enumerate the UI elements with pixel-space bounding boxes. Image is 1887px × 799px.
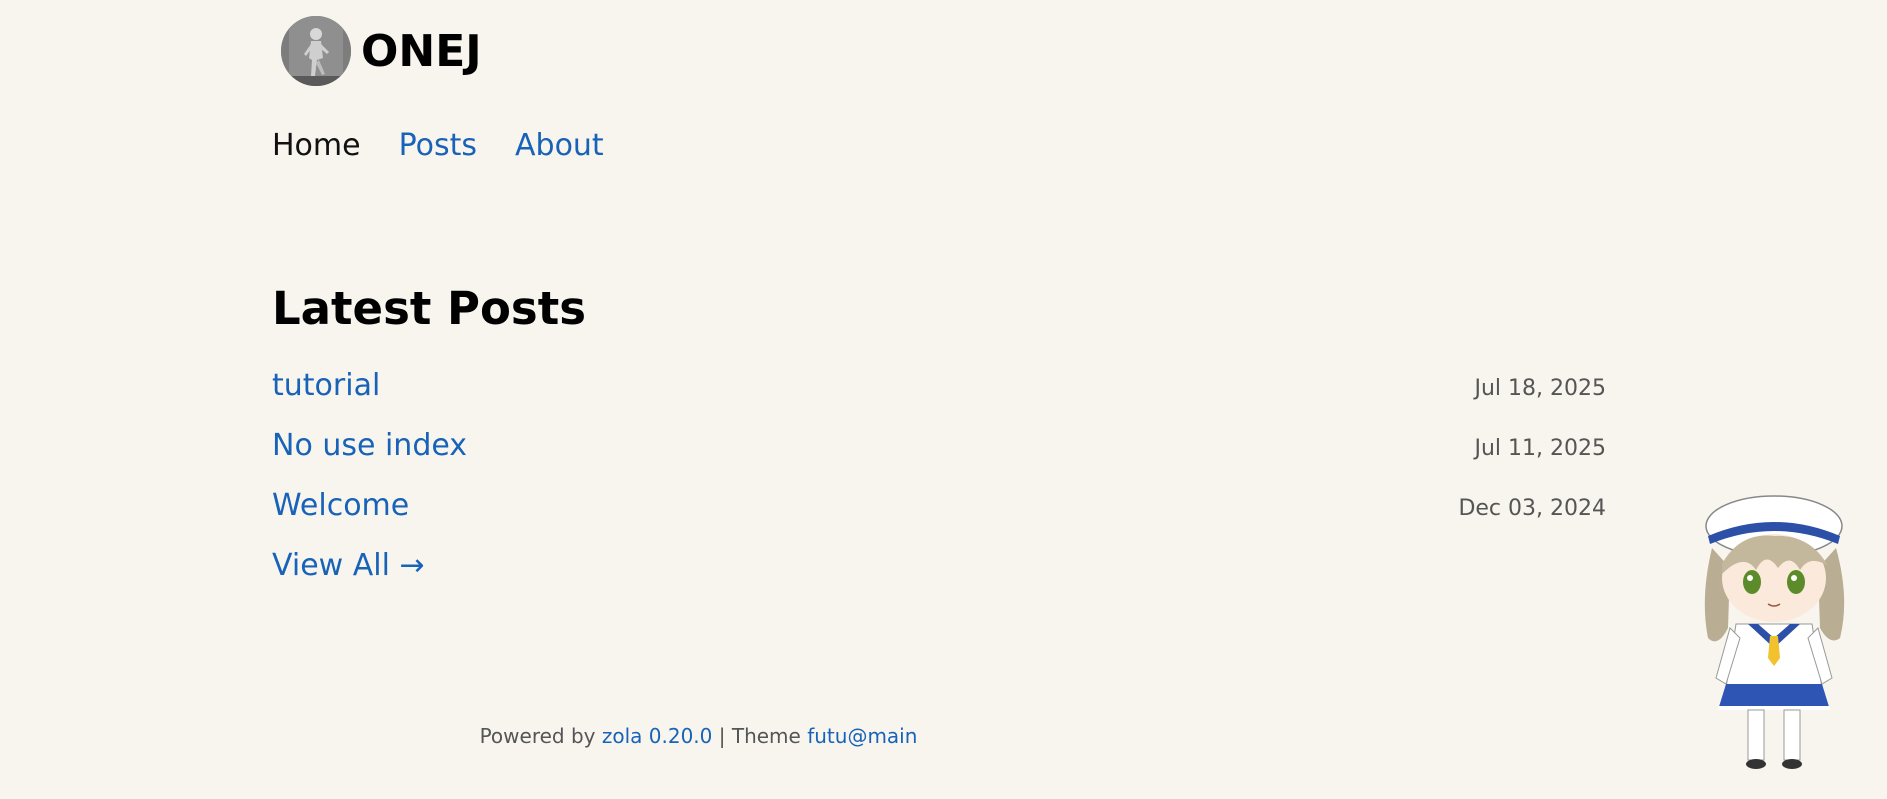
avatar[interactable] [281,16,351,86]
view-all-link[interactable]: View All → [272,548,1606,583]
runner-photo-icon [281,16,351,86]
post-link[interactable]: Welcome [272,488,409,523]
nav-item-posts[interactable]: Posts [399,128,477,163]
site-header: ONEJ [272,16,482,86]
post-link[interactable]: tutorial [272,368,380,403]
theme-link[interactable]: futu@main [807,724,917,748]
nav-item-about[interactable]: About [515,128,604,163]
footer: Powered by zola 0.20.0 | Theme futu@main [0,724,1397,748]
latest-posts-heading: Latest Posts [272,282,587,335]
site-title[interactable]: ONEJ [361,26,482,77]
nav-item-home[interactable]: Home [272,128,361,163]
post-date: Jul 11, 2025 [1474,436,1606,461]
page: ONEJ Home Posts About Latest Posts tutor… [0,0,1887,799]
footer-powered-text: Powered by [479,724,596,748]
list-item: No use index Jul 11, 2025 [272,428,1606,488]
sailor-girl-mascot-icon[interactable] [1690,478,1858,778]
main-nav: Home Posts About [272,128,604,163]
post-date: Dec 03, 2024 [1458,496,1606,521]
list-item: tutorial Jul 18, 2025 [272,368,1606,428]
post-link[interactable]: No use index [272,428,467,463]
post-date: Jul 18, 2025 [1474,376,1606,401]
zola-link[interactable]: zola 0.20.0 [602,724,713,748]
footer-theme-text: | Theme [718,724,801,748]
post-list: tutorial Jul 18, 2025 No use index Jul 1… [272,368,1606,583]
list-item: Welcome Dec 03, 2024 [272,488,1606,548]
